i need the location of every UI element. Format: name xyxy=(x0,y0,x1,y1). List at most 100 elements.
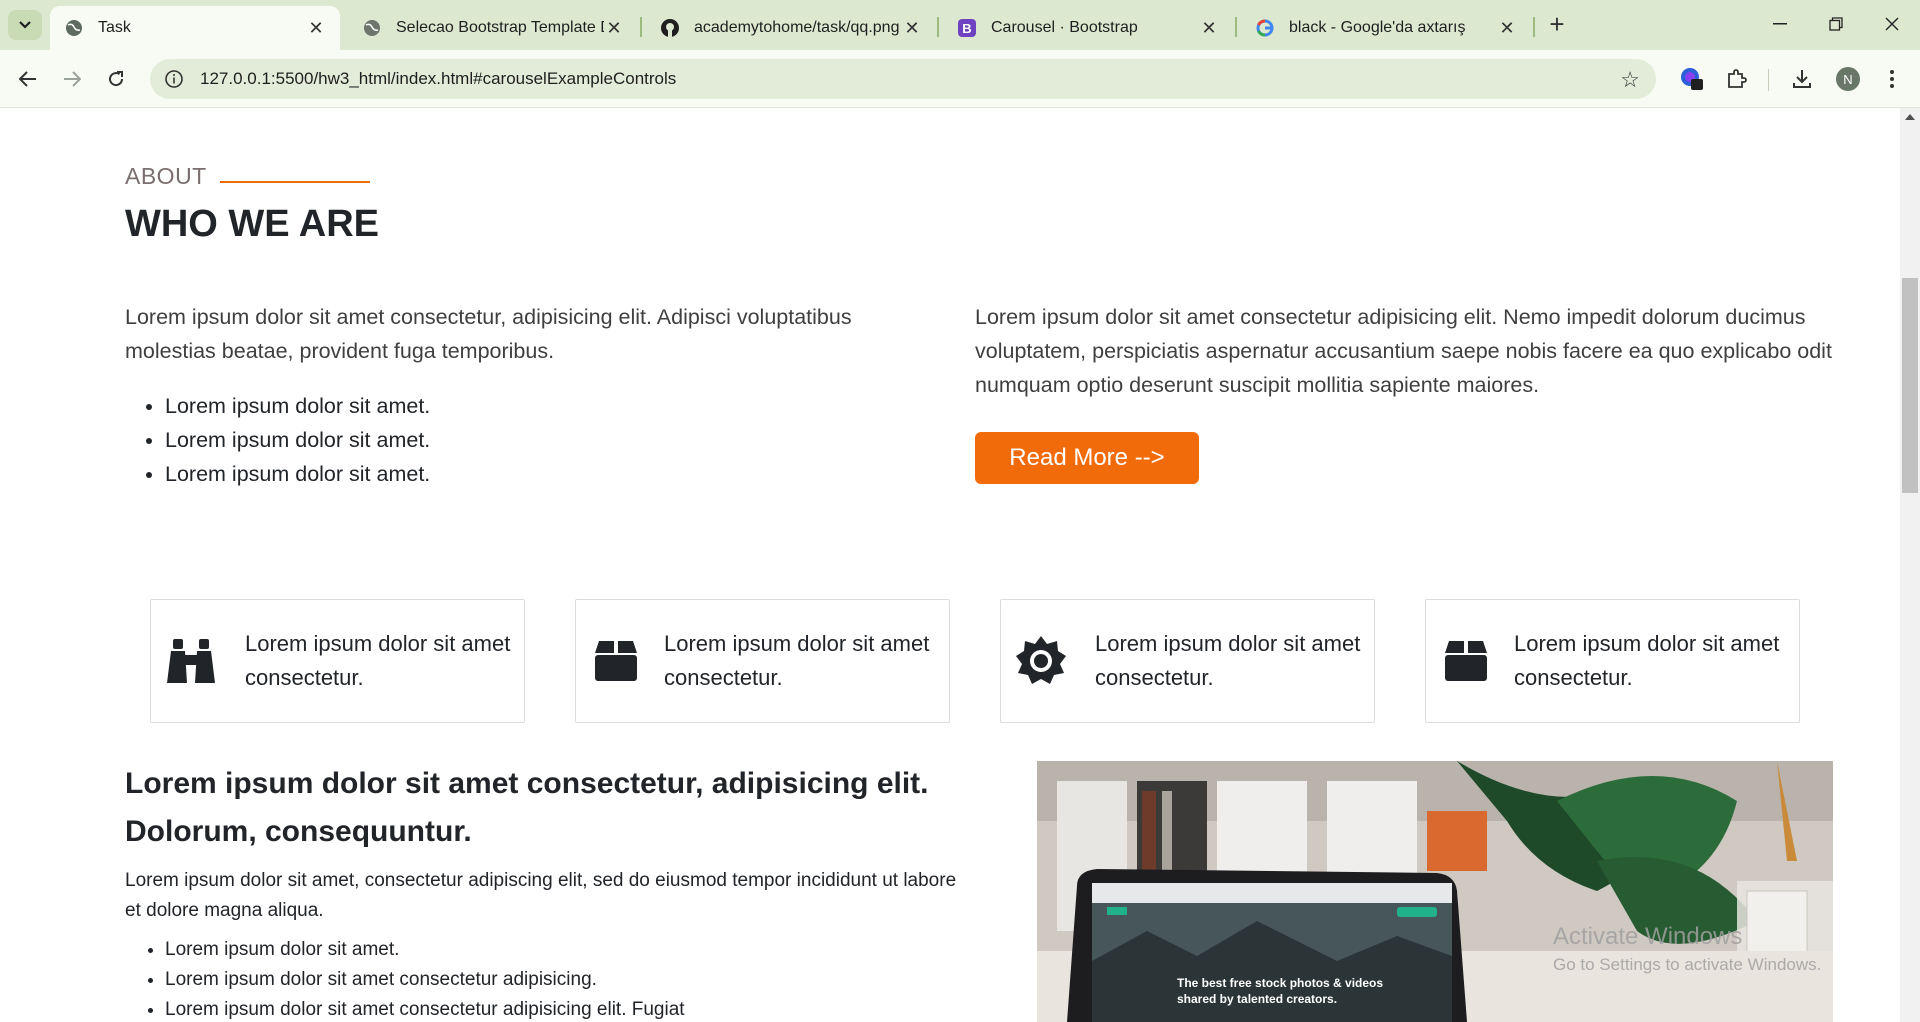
toolbar-divider xyxy=(1768,69,1769,91)
new-tab-button[interactable]: + xyxy=(1542,10,1572,40)
address-bar[interactable]: 127.0.0.1:5500/hw3_html/index.html#carou… xyxy=(150,59,1656,99)
close-tab-icon[interactable]: ✕ xyxy=(1497,18,1517,39)
restore-button[interactable] xyxy=(1808,0,1864,48)
feature-text-line: consectetur. xyxy=(664,665,783,690)
menu-button[interactable] xyxy=(1876,63,1908,95)
feature-text: Lorem ipsum dolor sit amet consectetur. xyxy=(1095,627,1360,695)
page-scrollbar[interactable] xyxy=(1900,108,1920,1022)
reload-icon xyxy=(109,71,124,87)
tab-google[interactable]: black - Google'da axtarış ✕ xyxy=(1241,6,1531,50)
section2-heading-line: Lorem ipsum dolor sit amet consectetur, … xyxy=(125,767,929,800)
windows-activation-watermark: Activate Windows Go to Settings to activ… xyxy=(1553,923,1821,975)
site-info-icon[interactable] xyxy=(154,59,194,99)
section2-heading-line: Dolorum, consequuntur. xyxy=(125,815,472,848)
feature-text: Lorem ipsum dolor sit amet consectetur. xyxy=(245,627,510,695)
section-label: ABOUT xyxy=(125,163,207,189)
feature-card: Lorem ipsum dolor sit amet consectetur. xyxy=(1000,599,1375,723)
feature-text-line: consectetur. xyxy=(1095,665,1214,690)
section-heading: WHO WE ARE xyxy=(125,203,380,245)
feature-card: Lorem ipsum dolor sit amet consectetur. xyxy=(575,599,950,723)
browser-toolbar: 127.0.0.1:5500/hw3_html/index.html#carou… xyxy=(0,50,1920,108)
minimize-button[interactable] xyxy=(1752,0,1808,48)
tab-title: Selecao Bootstrap Template De xyxy=(396,19,604,36)
tab-title: black - Google'da axtarış xyxy=(1289,19,1466,36)
close-tab-icon[interactable]: ✕ xyxy=(1199,18,1219,39)
tab-task[interactable]: Task ✕ xyxy=(50,6,340,50)
tab-title: Task xyxy=(98,19,131,36)
avatar: N xyxy=(1836,67,1860,91)
box-icon xyxy=(588,633,644,689)
binoculars-icon xyxy=(163,633,219,689)
close-tab-icon[interactable]: ✕ xyxy=(306,18,326,39)
list-item: Lorem ipsum dolor sit amet. xyxy=(165,935,685,965)
close-tab-icon[interactable]: ✕ xyxy=(902,18,922,39)
scrollbar-thumb[interactable] xyxy=(1902,278,1918,493)
tab-title: academytohome/task/qq.png a xyxy=(694,19,902,36)
about-right-paragraph: Lorem ipsum dolor sit amet consectetur a… xyxy=(975,305,1832,397)
github-icon xyxy=(660,18,680,38)
watermark-subtitle: Go to Settings to activate Windows. xyxy=(1553,955,1822,974)
feature-text-line: consectetur. xyxy=(1514,665,1633,690)
photo-caption-line: shared by talented creators. xyxy=(1177,992,1337,1006)
close-window-button[interactable] xyxy=(1864,0,1920,48)
feature-card: Lorem ipsum dolor sit amet consectetur. xyxy=(1425,599,1800,723)
forward-button[interactable] xyxy=(56,63,88,95)
feature-text-line: Lorem ipsum dolor sit amet xyxy=(1514,631,1780,656)
tab-strip: Task ✕ Selecao Bootstrap Template De ✕ a… xyxy=(0,0,1920,50)
profile-avatar[interactable]: N xyxy=(1832,63,1864,95)
photo-caption-line: The best free stock photos & videos xyxy=(1177,976,1383,990)
feature-text-line: consectetur. xyxy=(245,665,364,690)
restore-icon xyxy=(1829,17,1843,31)
bootstrap-icon: B xyxy=(957,18,977,38)
tab-bootstrap[interactable]: B Carousel · Bootstrap ✕ xyxy=(943,6,1233,50)
tab-title: Carousel · Bootstrap xyxy=(991,19,1138,36)
feature-card: Lorem ipsum dolor sit amet consectetur. xyxy=(150,599,525,723)
list-item: Lorem ipsum dolor sit amet. xyxy=(165,423,430,457)
svg-text:B: B xyxy=(962,21,971,36)
read-more-button[interactable]: Read More --> xyxy=(975,432,1199,484)
section2-paragraph: Lorem ipsum dolor sit amet, consectetur … xyxy=(125,870,957,921)
about-list: Lorem ipsum dolor sit amet. Lorem ipsum … xyxy=(165,389,430,491)
tab-separator xyxy=(937,17,939,37)
gear-icon xyxy=(1013,633,1069,689)
downloads-icon[interactable] xyxy=(1786,63,1818,95)
extension-badge-icon[interactable] xyxy=(1676,63,1708,95)
page-viewport: ABOUT WHO WE ARE Lorem ipsum dolor sit a… xyxy=(0,108,1900,1022)
list-item: Lorem ipsum dolor sit amet. xyxy=(165,389,430,423)
feature-text-line: Lorem ipsum dolor sit amet xyxy=(245,631,511,656)
list-item: Lorem ipsum dolor sit amet. xyxy=(165,457,430,491)
reload-button[interactable] xyxy=(100,63,132,95)
bookmark-star-icon[interactable]: ☆ xyxy=(1620,67,1640,93)
about-left-paragraph: Lorem ipsum dolor sit amet consectetur, … xyxy=(125,305,852,363)
tab-separator xyxy=(1533,17,1535,37)
close-tab-icon[interactable]: ✕ xyxy=(604,18,624,39)
tab-search-button[interactable] xyxy=(8,10,42,40)
arrow-left-icon xyxy=(19,71,36,87)
section2-list: Lorem ipsum dolor sit amet. Lorem ipsum … xyxy=(165,935,685,1022)
scroll-up-arrow-icon[interactable] xyxy=(1905,114,1915,120)
minimize-icon xyxy=(1773,23,1787,25)
back-button[interactable] xyxy=(12,63,44,95)
feature-text-line: Lorem ipsum dolor sit amet xyxy=(1095,631,1361,656)
close-icon xyxy=(1885,17,1899,31)
laptop-photo: The best free stock photos & videos shar… xyxy=(1037,761,1833,1022)
extensions-puzzle-icon[interactable] xyxy=(1720,63,1752,95)
section-label-underline xyxy=(220,181,370,183)
globe-icon xyxy=(64,18,84,38)
tab-github[interactable]: academytohome/task/qq.png a ✕ xyxy=(646,6,936,50)
chevron-down-icon xyxy=(19,21,31,29)
tab-selecao[interactable]: Selecao Bootstrap Template De ✕ xyxy=(348,6,638,50)
feature-text-line: Lorem ipsum dolor sit amet xyxy=(664,631,930,656)
section2-heading: Lorem ipsum dolor sit amet consectetur, … xyxy=(125,760,1005,856)
list-item: Lorem ipsum dolor sit amet consectetur a… xyxy=(165,965,685,995)
list-item: Lorem ipsum dolor sit amet consectetur a… xyxy=(165,995,685,1022)
globe-icon xyxy=(362,18,382,38)
google-icon xyxy=(1255,18,1275,38)
tab-separator xyxy=(1235,17,1237,37)
arrow-right-icon xyxy=(64,71,81,87)
box-icon xyxy=(1438,633,1494,689)
watermark-title: Activate Windows xyxy=(1553,923,1743,950)
tab-separator xyxy=(640,17,642,37)
feature-text: Lorem ipsum dolor sit amet consectetur. xyxy=(1514,627,1779,695)
feature-text: Lorem ipsum dolor sit amet consectetur. xyxy=(664,627,929,695)
